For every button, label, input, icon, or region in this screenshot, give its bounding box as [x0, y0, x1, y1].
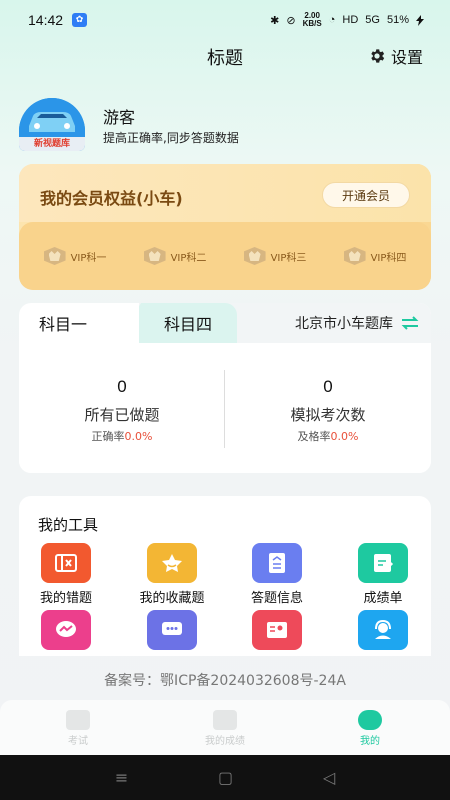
home-icon[interactable]: ▢ [218, 768, 233, 787]
nav-item-label: 考试 [68, 736, 88, 747]
stat-mock-exams[interactable]: 0 模拟考次数 及格率0.0% [225, 377, 431, 444]
stats-divider [224, 370, 225, 448]
crown-icon [343, 247, 366, 265]
subject-tabs: 科目四 科目一 北京市小车题库 [19, 303, 431, 343]
app-notification-icon: ✿ [72, 13, 88, 27]
network-speed: 2.00 KB/S [302, 11, 322, 28]
vip-item-label: VIP科四 [370, 252, 407, 264]
user-subtitle: 提高正确率,同步答题数据 [103, 131, 239, 145]
tools-card: 我的工具 我的错题 我的收藏题 答题信息 成绩单 [19, 496, 431, 656]
vip-card: 我的会员权益(小车) 开通会员 VIP科一 VIP科二 VIP科三 VIP科四 [19, 164, 431, 290]
answer-info-icon [252, 543, 302, 583]
favorites-icon [147, 543, 197, 583]
stat-rate: 及格率0.0% [297, 430, 359, 443]
hd-indicator: HD [342, 14, 359, 26]
status-icons: ✱ ⊘ 2.00 KB/S ◔ HD 5G 51% [270, 12, 424, 28]
wrong-questions-icon [41, 543, 91, 583]
tool-score-sheet[interactable]: 成绩单 [333, 543, 431, 606]
avatar[interactable]: 新视题库 [19, 98, 85, 151]
vip-item-label: VIP科一 [70, 252, 107, 264]
question-bank-selector[interactable]: 北京市小车题库 [295, 303, 419, 343]
stat-value: 0 [117, 377, 127, 396]
vip-header: 我的会员权益(小车) 开通会员 [19, 164, 431, 222]
vip-item[interactable]: VIP科一 [43, 247, 107, 265]
tool-customer-service[interactable] [333, 610, 431, 650]
avatar-label: 新视题库 [19, 137, 85, 151]
stat-label: 模拟考次数 [290, 406, 366, 424]
crown-icon [143, 247, 166, 265]
vip-item[interactable]: VIP科二 [143, 247, 207, 265]
mute-icon: ⊘ [286, 14, 296, 27]
exam-icon [66, 710, 90, 730]
user-name[interactable]: 游客 [103, 104, 135, 128]
tab-subject-one[interactable]: 科目一 [19, 303, 139, 343]
gear-icon [371, 49, 385, 63]
stat-rate: 正确率0.0% [91, 430, 153, 443]
tool-label: 答题信息 [250, 591, 303, 606]
status-bar: 14:42 ✿ ✱ ⊘ 2.00 KB/S ◔ HD 5G 51% [0, 0, 450, 40]
tool-wrong-questions[interactable]: 我的错题 [19, 543, 116, 606]
car-avatar-icon [19, 98, 85, 138]
messenger-icon [41, 610, 91, 650]
back-icon[interactable]: ◁ [323, 768, 335, 787]
profile-card-icon [252, 610, 302, 650]
vip-benefits-row: VIP科一 VIP科二 VIP科三 VIP科四 [19, 222, 431, 290]
vip-item[interactable]: VIP科四 [343, 247, 407, 265]
tool-label: 成绩单 [363, 591, 403, 606]
crown-icon [43, 247, 66, 265]
vip-item-label: VIP科二 [170, 252, 207, 264]
stats-panel: 0 所有已做题 正确率0.0% 0 模拟考次数 及格率0.0% [19, 343, 431, 473]
settings-button[interactable]: 设置 [368, 44, 423, 68]
tool-chat[interactable] [122, 610, 222, 650]
crown-icon [243, 247, 266, 265]
customer-service-icon [358, 610, 408, 650]
vip-item-label: VIP科三 [270, 252, 307, 264]
chat-icon [147, 610, 197, 650]
icp-record: 备案号：鄂ICP备2024032608号-24A [104, 673, 346, 689]
tool-label: 我的错题 [39, 591, 92, 606]
subject-card: 科目四 科目一 北京市小车题库 0 所有已做题 正确率0.0% 0 模拟考次数 … [19, 303, 431, 473]
tool-answer-info[interactable]: 答题信息 [227, 543, 327, 606]
bluetooth-icon: ✱ [270, 14, 280, 27]
vip-title: 我的会员权益(小车) [40, 189, 183, 208]
status-time: 14:42 [28, 12, 64, 28]
nav-item-label: 我的 [360, 736, 380, 747]
settings-label: 设置 [390, 48, 423, 67]
nav-item-mine[interactable]: 我的 [320, 710, 420, 747]
stat-label: 所有已做题 [84, 406, 160, 424]
tools-title: 我的工具 [38, 516, 99, 534]
stat-questions-done[interactable]: 0 所有已做题 正确率0.0% [19, 377, 225, 444]
switch-icon [401, 316, 419, 330]
system-nav-bar: ≡ ▢ ◁ [0, 755, 450, 800]
tool-messenger[interactable] [19, 610, 116, 650]
tool-label: 我的收藏题 [139, 591, 205, 606]
vip-item[interactable]: VIP科三 [243, 247, 307, 265]
my-scores-icon [213, 710, 237, 730]
nav-item-my-scores[interactable]: 我的成绩 [175, 710, 275, 747]
open-membership-button[interactable]: 开通会员 [322, 182, 410, 208]
nav-item-label: 我的成绩 [205, 736, 245, 747]
signal-indicator: 5G [365, 14, 380, 26]
wifi-icon: ◔ [328, 14, 336, 26]
score-sheet-icon [358, 543, 408, 583]
charging-icon [416, 14, 424, 26]
mine-icon [358, 710, 382, 730]
tool-profile-card[interactable] [227, 610, 327, 650]
title-bar: 标题 设置 [0, 40, 450, 72]
battery-level: 51% [386, 14, 409, 26]
tool-favorites[interactable]: 我的收藏题 [122, 543, 222, 606]
menu-icon[interactable]: ≡ [115, 768, 128, 787]
nav-item-exam[interactable]: 考试 [28, 710, 128, 747]
stat-value: 0 [323, 377, 333, 396]
bottom-nav: 考试 我的成绩 我的 [0, 700, 450, 755]
question-bank-label: 北京市小车题库 [295, 316, 393, 332]
